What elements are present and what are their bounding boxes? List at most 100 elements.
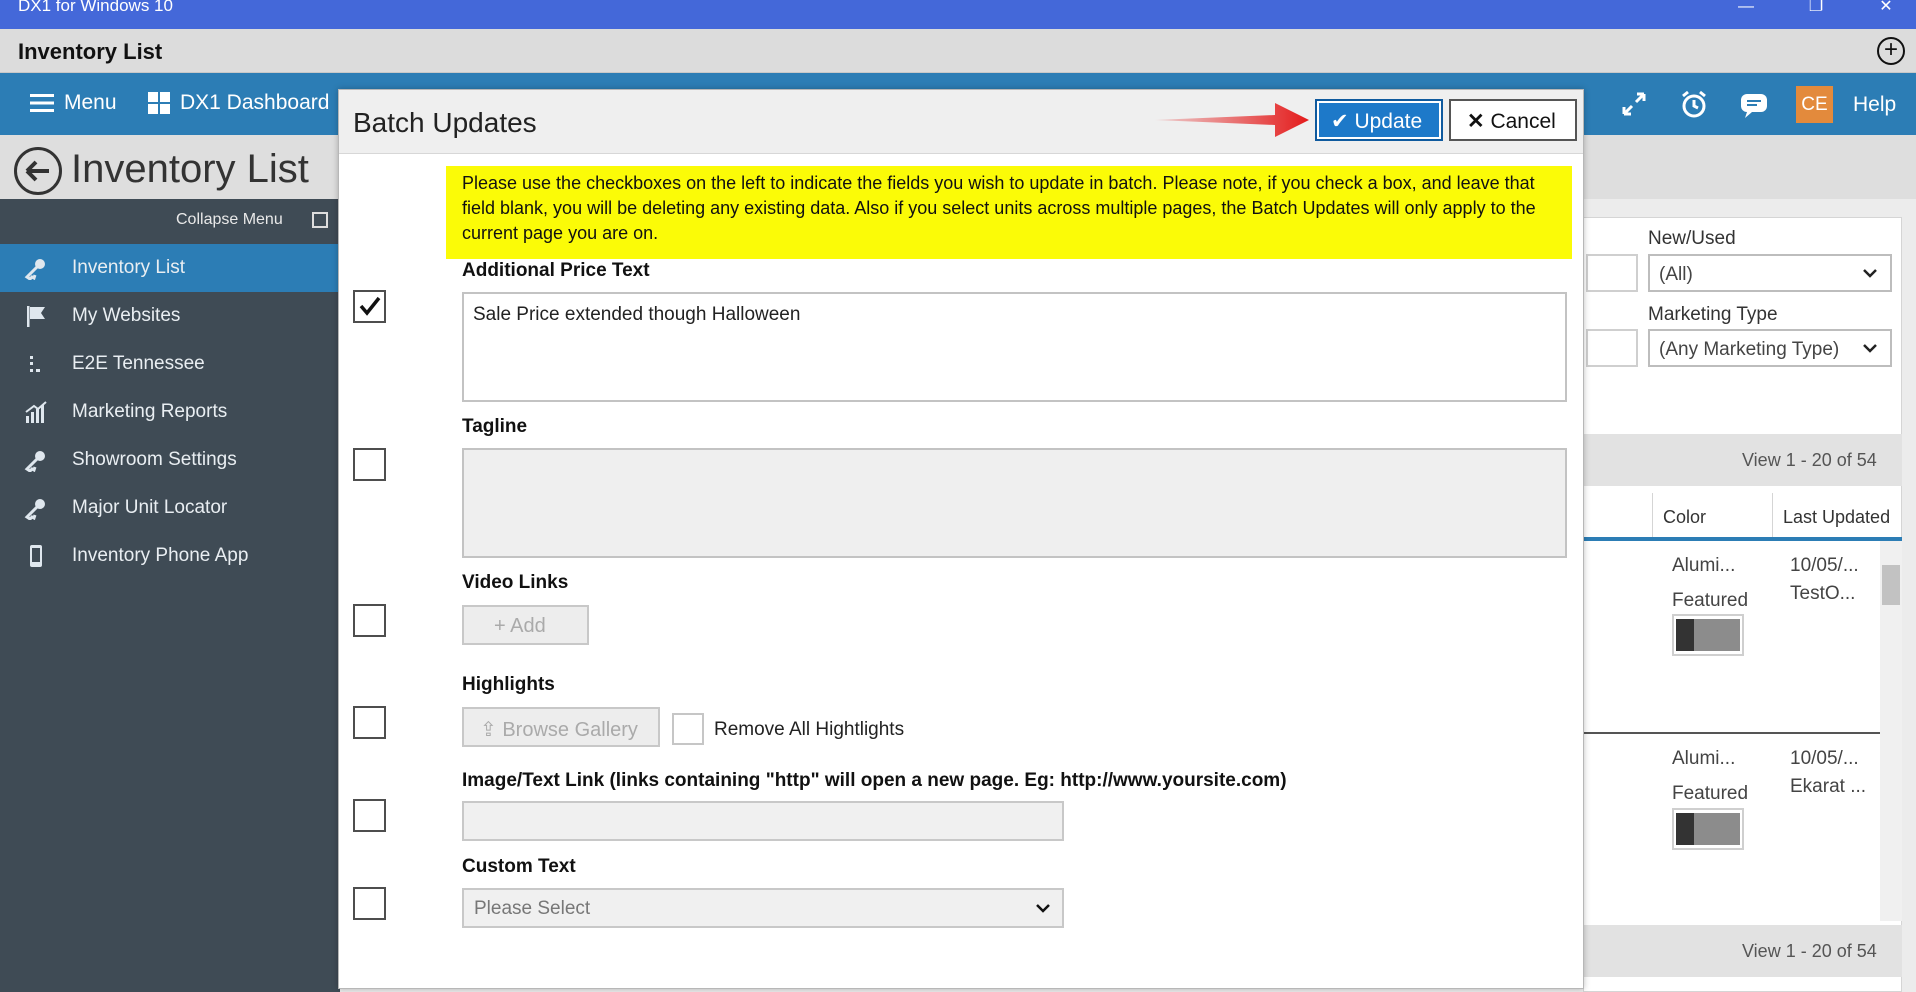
expand-icon[interactable] (1618, 88, 1650, 120)
dialog-header: Batch Updates ✔ Update ✕ Cancel (339, 90, 1583, 154)
plus-circle-icon[interactable]: + (1877, 37, 1905, 65)
chevron-down-icon (1863, 269, 1877, 278)
tagline-field[interactable] (462, 448, 1567, 558)
sidebar: Collapse Menu Inventory List My Websites… (0, 199, 340, 992)
batch-updates-dialog: Batch Updates ✔ Update ✕ Cancel Please u… (338, 89, 1584, 989)
additional-price-text-checkbox[interactable] (353, 290, 386, 323)
column-header-last-updated[interactable]: Last Updated (1773, 493, 1902, 538)
flag-icon (27, 306, 45, 327)
dialog-title: Batch Updates (353, 107, 537, 138)
video-links-checkbox[interactable] (353, 604, 386, 637)
grid-icon (148, 92, 170, 114)
sidebar-item-label: Inventory Phone App (72, 545, 249, 566)
chevron-down-icon (1036, 904, 1050, 913)
sidebar-item-label: E2E Tennessee (72, 353, 205, 374)
chat-icon[interactable] (1738, 88, 1770, 120)
column-header-color[interactable]: Color (1653, 493, 1773, 538)
marketing-type-value: (Any Marketing Type) (1659, 339, 1840, 360)
highlights-checkbox[interactable] (353, 706, 386, 739)
header-underline (1583, 537, 1902, 541)
collapse-menu-link[interactable]: Collapse Menu (176, 211, 283, 229)
sidebar-item-inventory-phone-app[interactable]: Inventory Phone App (0, 532, 340, 580)
tagline-checkbox[interactable] (353, 448, 386, 481)
collapse-icon[interactable] (312, 212, 328, 228)
menu-button[interactable]: Menu (30, 91, 117, 115)
add-label: Add (510, 615, 546, 637)
check-icon: ✔ (1331, 110, 1349, 133)
sidebar-item-inventory-list[interactable]: Inventory List (0, 244, 340, 292)
close-window-button[interactable]: ✕ (1866, 0, 1906, 21)
sidebar-item-label: Showroom Settings (72, 449, 237, 470)
sidebar-item-label: My Websites (72, 305, 181, 326)
new-used-value: (All) (1659, 264, 1693, 285)
remove-all-highlights-label: Remove All Hightlights (714, 719, 905, 740)
additional-price-text-field[interactable]: Sale Price extended though Halloween (462, 292, 1567, 402)
minimize-button[interactable]: — (1726, 0, 1766, 21)
marketing-type-label: Marketing Type (1648, 304, 1778, 325)
close-icon: ✕ (1467, 110, 1485, 133)
sidebar-item-label: Major Unit Locator (72, 497, 228, 518)
column-header (1583, 493, 1653, 538)
filter-input[interactable] (1586, 329, 1638, 367)
sidebar-item-marketing-reports[interactable]: Marketing Reports (0, 388, 340, 436)
browse-gallery-button[interactable]: ⇪ Browse Gallery (462, 707, 660, 747)
additional-price-text-label: Additional Price Text (462, 260, 650, 281)
marketing-type-select[interactable]: (Any Marketing Type) (1648, 329, 1892, 367)
back-arrow-icon[interactable] (14, 147, 62, 195)
key-icon (24, 451, 45, 472)
pager-bar-bottom: View 1 - 20 of 54 (1583, 925, 1902, 977)
view-count: View 1 - 20 of 54 (1742, 941, 1877, 961)
dashboard-button[interactable]: DX1 Dashboard (148, 91, 329, 115)
checkmark-icon (359, 296, 381, 316)
sidebar-item-major-unit-locator[interactable]: Major Unit Locator (0, 484, 340, 532)
dotted-list-icon (30, 356, 40, 372)
featured-toggle[interactable] (1672, 614, 1744, 656)
app-header: Inventory List + (0, 29, 1916, 73)
sidebar-item-e2e-tennessee[interactable]: E2E Tennessee (0, 340, 340, 388)
image-text-link-checkbox[interactable] (353, 799, 386, 832)
video-links-label: Video Links (462, 572, 569, 593)
menu-label: Menu (64, 91, 117, 114)
row-updated-by: Ekarat ... (1790, 776, 1867, 797)
red-arrow-icon (1155, 103, 1309, 137)
new-used-label: New/Used (1648, 228, 1736, 249)
add-video-button[interactable]: + Add (462, 605, 589, 645)
new-used-select[interactable]: (All) (1648, 254, 1892, 292)
row-color: Alumi... (1672, 748, 1736, 769)
avatar[interactable]: CE (1796, 86, 1833, 123)
alarm-clock-icon[interactable] (1678, 88, 1710, 120)
maximize-button[interactable]: ❐ (1796, 0, 1836, 21)
sidebar-item-label: Inventory List (72, 257, 185, 278)
custom-text-select[interactable]: Please Select (462, 888, 1064, 928)
update-label: Update (1354, 110, 1423, 133)
key-icon (24, 499, 45, 520)
sidebar-item-my-websites[interactable]: My Websites (0, 292, 340, 340)
update-button[interactable]: ✔ Update (1315, 99, 1443, 141)
featured-label: Featured (1672, 590, 1749, 611)
window-titlebar: DX1 for Windows 10 — ❐ ✕ (0, 0, 1916, 29)
window-title: DX1 for Windows 10 (18, 0, 173, 15)
image-text-link-label: Image/Text Link (links containing "http"… (462, 770, 1287, 791)
cancel-label: Cancel (1490, 110, 1556, 133)
custom-text-value: Please Select (474, 898, 591, 919)
remove-all-highlights-checkbox[interactable] (672, 713, 704, 745)
chart-icon (25, 401, 47, 423)
view-count: View 1 - 20 of 54 (1742, 450, 1877, 470)
row-updated-by: TestO... (1790, 583, 1856, 604)
grid-scrollbar[interactable] (1880, 541, 1902, 921)
cancel-button[interactable]: ✕ Cancel (1449, 99, 1577, 141)
tagline-label: Tagline (462, 416, 528, 437)
plus-icon: + (494, 615, 506, 637)
row-color: Alumi... (1672, 555, 1736, 576)
chevron-down-icon (1863, 344, 1877, 353)
page-title: Inventory List (71, 147, 309, 191)
featured-toggle[interactable] (1672, 808, 1744, 850)
pager-bar-top: View 1 - 20 of 54 (1583, 434, 1902, 486)
custom-text-checkbox[interactable] (353, 887, 386, 920)
key-icon (24, 259, 45, 280)
image-text-link-field[interactable] (462, 801, 1064, 841)
help-link[interactable]: Help (1853, 93, 1896, 117)
sidebar-item-showroom-settings[interactable]: Showroom Settings (0, 436, 340, 484)
filter-input[interactable] (1586, 254, 1638, 292)
custom-text-label: Custom Text (462, 856, 576, 877)
